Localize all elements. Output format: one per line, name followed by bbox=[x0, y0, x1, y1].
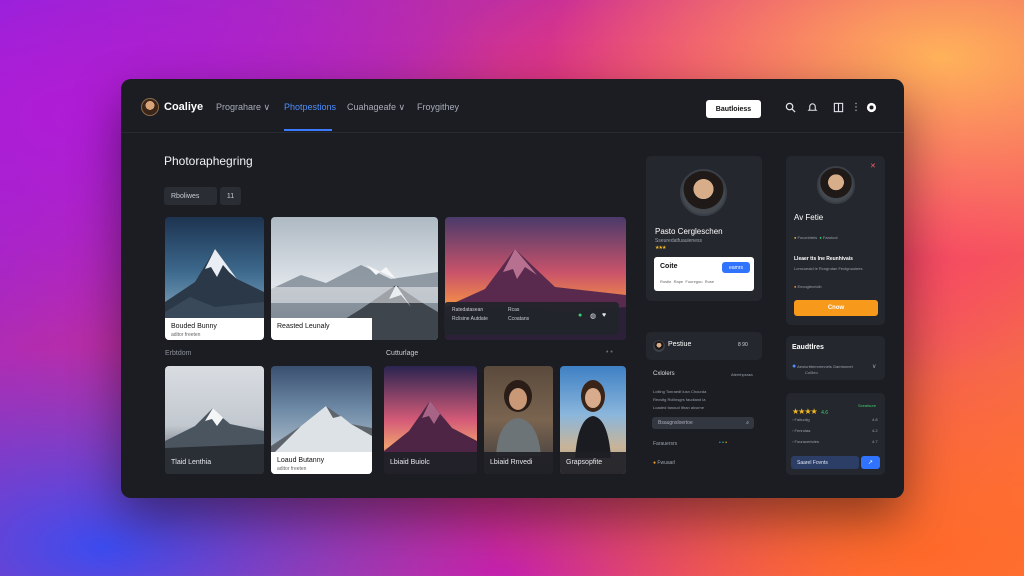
reviews-panel: Eaudtlres ● Aeolurbtemnrmnels Gamtonnet … bbox=[786, 336, 885, 380]
overlay-label: Ratedatasean bbox=[452, 307, 484, 313]
photo-caption: Bouded Bunny aditor freeten bbox=[165, 318, 264, 340]
contact-button[interactable]: eamrs bbox=[722, 262, 750, 273]
photo-card[interactable]: Loaud Butanny aditor freeten bbox=[271, 366, 372, 474]
search-placeholder: Bsaugnsloertoe bbox=[658, 420, 693, 426]
photo-caption: Reasted Leunaly bbox=[271, 318, 372, 340]
profile-subtitle: Sseuredatfuauieness bbox=[655, 238, 702, 244]
profile-photo[interactable] bbox=[680, 169, 727, 216]
active-tab-indicator bbox=[284, 129, 332, 131]
more-dots-icon[interactable]: • • bbox=[606, 349, 613, 356]
text-line: Loaded fanoud Ithan alvurne bbox=[653, 405, 704, 410]
photo-title: Loaud Butanny bbox=[277, 457, 325, 464]
layout-icon[interactable] bbox=[833, 102, 844, 117]
footer-row[interactable]: ● Fwuaarl bbox=[653, 460, 675, 466]
card-heading: Lleaer tts Ine Reunhivais bbox=[794, 256, 853, 262]
panel-title: Eaudtlres bbox=[792, 344, 824, 351]
review-item[interactable]: ● Aeolurbtemnrmnels Gamtonnet bbox=[792, 363, 853, 370]
card-link[interactable]: ● Eecogtecriclb bbox=[794, 284, 822, 289]
section-label: Cutturlage bbox=[386, 350, 419, 357]
contact-label: Coite bbox=[660, 263, 678, 270]
flame-icon: ● bbox=[653, 460, 657, 466]
portrait-card[interactable]: Lbiaid Rnvedi bbox=[484, 366, 553, 474]
profile-name: Av Fetie bbox=[794, 213, 824, 222]
profile-meta: ● Foucnhtels ● Farutcot bbox=[794, 235, 838, 240]
photo-card[interactable]: Bouded Bunny aditor freeten bbox=[165, 217, 264, 340]
rating-row: ▫ Faltuolig 4.8 bbox=[792, 417, 878, 422]
filter-dropdown[interactable]: Rboliwes bbox=[164, 187, 217, 205]
photo-subtitle: aditor freeten bbox=[277, 466, 307, 472]
chevron-down-icon[interactable]: ∨ bbox=[872, 363, 876, 370]
search-icon[interactable] bbox=[785, 102, 796, 117]
overlay-label: Rcas bbox=[508, 307, 520, 313]
brand-name[interactable]: Coaliye bbox=[164, 101, 203, 113]
row-label: Farauersrs bbox=[653, 441, 678, 447]
photo-card[interactable]: Reasted Leunaly bbox=[271, 217, 438, 340]
globe-icon[interactable]: ◍ bbox=[590, 312, 596, 320]
filter-count-button[interactable]: 11 bbox=[220, 187, 241, 205]
photo-caption: Loaud Butanny aditor freeten bbox=[271, 452, 372, 474]
bell-icon[interactable] bbox=[807, 102, 818, 117]
overlay-label: Rclisine Autdate bbox=[452, 316, 488, 322]
check-icon[interactable]: ● bbox=[578, 312, 582, 319]
rating-input[interactable]: Saarel Fovnts bbox=[791, 456, 859, 469]
mini-avatar bbox=[653, 340, 665, 352]
section-link[interactable]: Atemhpsraa bbox=[731, 372, 753, 377]
rating-label: Sceatsure bbox=[858, 403, 877, 408]
nav-item-photos[interactable]: Photpestions bbox=[284, 102, 336, 112]
section-label: Erbtdom bbox=[165, 350, 192, 357]
follow-button[interactable]: Cnow bbox=[794, 300, 878, 316]
profile-dot-icon[interactable] bbox=[866, 102, 877, 117]
profile-photo[interactable] bbox=[817, 166, 855, 204]
close-icon[interactable]: ✕ bbox=[870, 162, 876, 170]
nav-item-categories[interactable]: Cuahageafe ∨ bbox=[347, 102, 405, 113]
contact-box: Coite eamrs Rostie Rape Fouregou Ruse bbox=[654, 257, 754, 291]
top-nav-bar: Coaliye Prograhare ∨ Photpestions Cuahag… bbox=[121, 79, 904, 133]
photo-card[interactable]: Tlaid Lenthia bbox=[165, 366, 264, 474]
heart-icon[interactable]: ♥ bbox=[602, 312, 606, 319]
card-description: Lomcueaid le Rcngrutan Fectgnuolees bbox=[794, 266, 863, 271]
photo-title: Tlaid Lenthia bbox=[171, 459, 212, 466]
photo-title: Lbiaid Rnvedi bbox=[484, 452, 553, 474]
photo-title: Grapsopfite bbox=[560, 452, 626, 474]
rating-stars: ★★★ bbox=[655, 245, 666, 251]
photo-subtitle: aditor freeten bbox=[171, 332, 201, 338]
review-avatar-icon: ● bbox=[792, 363, 797, 370]
text-line: Recsitg Rcilinsgrs faudiand ia bbox=[653, 397, 706, 402]
profile-card: Pasto Cergleschen Sseuredatfuauieness ★★… bbox=[646, 156, 762, 301]
search-input[interactable]: Bsaugnsloertoe ⌕ bbox=[652, 417, 754, 429]
photo-details-overlay: Ratedatasean Rclisine Autdate Rcas Ccoat… bbox=[444, 302, 619, 335]
portrait-card[interactable]: Grapsopfite bbox=[560, 366, 626, 474]
ratings-panel: ★★★★ 4.6 Sceatsure ▫ Faltuolig 4.8 ▫ Fen… bbox=[786, 393, 885, 475]
review-tag: Co0leo bbox=[805, 370, 818, 375]
contact-meta: Rostie Rape Fouregou Ruse bbox=[660, 279, 715, 284]
rating-row: ▫ Fenrulaa 4.2 bbox=[792, 428, 878, 433]
profile-name: Pasto Cergleschen bbox=[655, 227, 723, 236]
mini-profile-name: Pestiue bbox=[668, 341, 692, 348]
nav-item-programs[interactable]: Prograhare ∨ bbox=[216, 102, 270, 113]
overlay-label: Ccoatans bbox=[508, 316, 530, 322]
indicator-dots-icon: • • • bbox=[719, 440, 728, 446]
nav-item-gallery[interactable]: Froygithey bbox=[417, 102, 459, 112]
mini-profile-count: 8 90 bbox=[738, 342, 748, 348]
photo-title: Bouded Bunny bbox=[171, 323, 217, 330]
app-window: Coaliye Prograhare ∨ Photpestions Cuahag… bbox=[121, 79, 904, 498]
search-icon[interactable]: ⌕ bbox=[746, 420, 749, 426]
more-vertical-icon[interactable]: ⋮ bbox=[851, 102, 861, 114]
user-avatar[interactable] bbox=[141, 98, 159, 116]
page-title: Photoraphegring bbox=[164, 154, 253, 168]
photo-title: Lbiaid Buiolc bbox=[384, 452, 477, 474]
photo-title: Reasted Leunaly bbox=[277, 323, 330, 330]
photo-card[interactable]: Lbiaid Buiolc bbox=[384, 366, 477, 474]
featured-profile-card: ✕ Av Fetie ● Foucnhtels ● Farutcot Lleae… bbox=[786, 156, 885, 325]
mini-profile-header[interactable]: Pestiue 8 90 bbox=[646, 332, 762, 360]
text-line: Lotiing Tonraedt iusn Chourda bbox=[653, 389, 707, 394]
primary-cta-button[interactable]: Bautloiess bbox=[706, 100, 761, 118]
section-heading: Cxlolers bbox=[653, 371, 675, 377]
rating-row: ▫ Fouracertoles 4.7 bbox=[792, 439, 878, 444]
submit-icon[interactable]: ↗ bbox=[861, 456, 880, 469]
